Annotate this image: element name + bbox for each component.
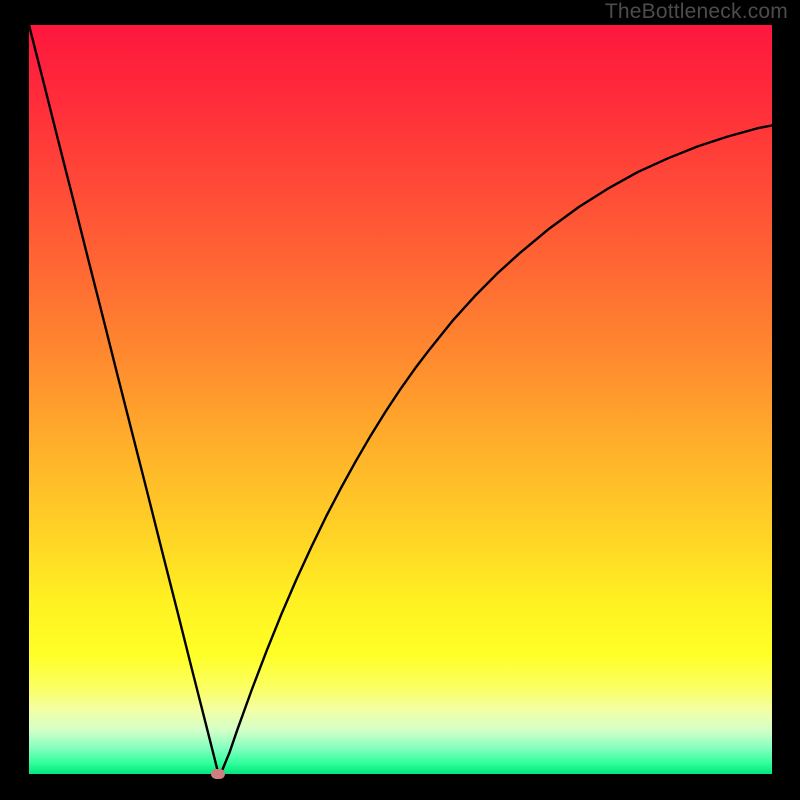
minimum-marker bbox=[211, 769, 225, 779]
gradient-bg bbox=[29, 25, 772, 774]
plot-area bbox=[29, 25, 772, 774]
plot-svg bbox=[29, 25, 772, 774]
chart-frame: TheBottleneck.com bbox=[0, 0, 800, 800]
watermark-text: TheBottleneck.com bbox=[605, 0, 788, 24]
